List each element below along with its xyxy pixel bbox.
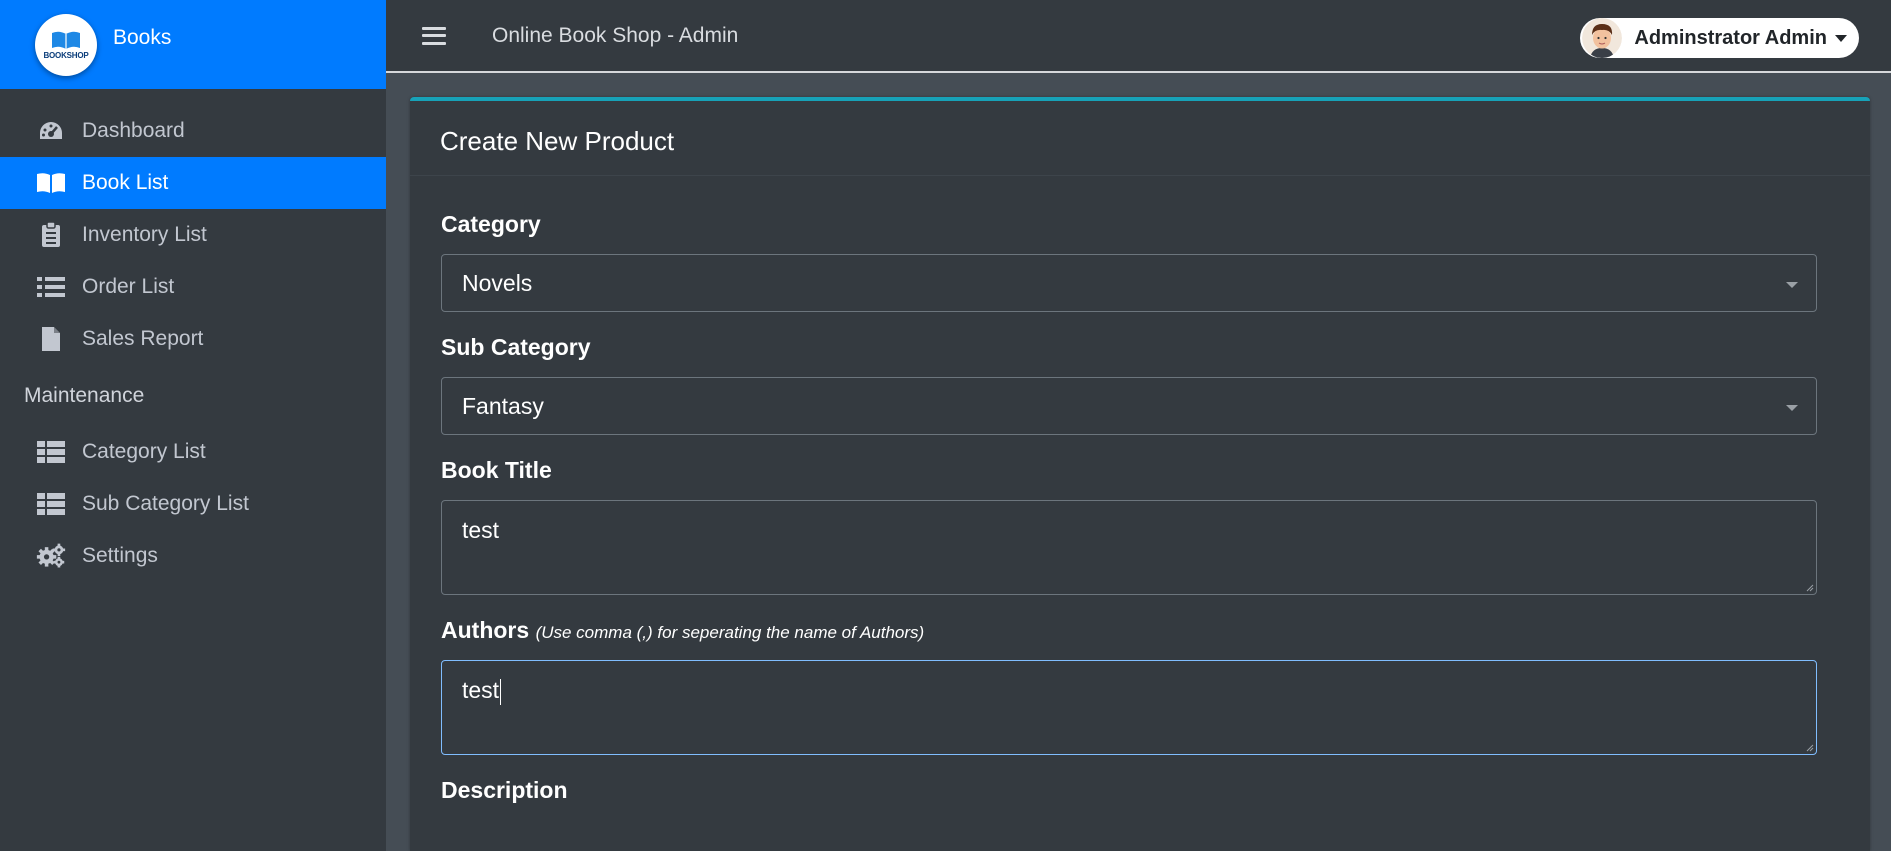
user-name: Adminstrator Admin [1634, 26, 1827, 49]
topbar: Online Book Shop - Admin Adminstrator Ad… [386, 0, 1891, 73]
authors-textarea[interactable]: test [441, 660, 1817, 755]
sidebar-item-inventory-list[interactable]: Inventory List [0, 209, 386, 261]
sidebar-nav: Dashboard Book List Inventory List Order… [0, 89, 386, 582]
card-title: Create New Product [440, 126, 675, 156]
list-icon [36, 274, 66, 300]
table-icon [36, 439, 66, 465]
category-select[interactable]: Novels [441, 254, 1817, 312]
chevron-down-icon [1786, 282, 1798, 288]
product-form: Category Novels Sub Category Fantasy Boo… [410, 176, 1870, 804]
authors-value: test [462, 677, 500, 703]
description-label: Description [441, 777, 568, 803]
book-title-textarea[interactable]: test [441, 500, 1817, 595]
sidebar-item-label: Category List [82, 440, 206, 463]
book-open-icon [36, 170, 66, 196]
sidebar-item-label: Settings [82, 544, 158, 567]
logo-text: BOOKSHOP [43, 51, 89, 60]
book-title-label: Book Title [441, 457, 552, 483]
sidebar-item-sub-category-list[interactable]: Sub Category List [0, 478, 386, 530]
book-logo-icon [52, 31, 80, 49]
sub-category-group: Sub Category Fantasy [441, 334, 1817, 435]
sidebar-item-label: Dashboard [82, 119, 185, 142]
sidebar-item-label: Sales Report [82, 327, 204, 350]
sidebar-item-label: Order List [82, 275, 175, 298]
sidebar-item-book-list[interactable]: Book List [0, 157, 386, 209]
resize-grip-icon[interactable] [1804, 582, 1814, 592]
authors-label-text: Authors [441, 617, 530, 643]
sidebar: BOOKSHOP Books Dashboard Book List Inven… [0, 0, 386, 851]
cogs-icon [36, 543, 66, 569]
avatar [1582, 18, 1623, 58]
category-select-value: Novels [462, 269, 533, 296]
page-title: Online Book Shop - Admin [492, 23, 739, 47]
sidebar-item-label: Inventory List [82, 223, 207, 246]
sub-category-select[interactable]: Fantasy [441, 377, 1817, 435]
authors-label: Authors (Use comma (,) for seperating th… [441, 617, 1817, 644]
resize-grip-icon[interactable] [1804, 742, 1814, 752]
file-icon [36, 326, 66, 352]
category-group: Category Novels [441, 211, 1817, 312]
sidebar-item-sales-report[interactable]: Sales Report [0, 313, 386, 365]
description-group: Description [441, 777, 1817, 804]
authors-group: Authors (Use comma (,) for seperating th… [441, 617, 1817, 755]
sub-category-select-value: Fantasy [462, 392, 544, 419]
sidebar-item-label: Book List [82, 171, 169, 194]
sidebar-section-header: Maintenance [24, 384, 145, 407]
create-product-card: Create New Product Category Novels Sub C… [410, 97, 1870, 851]
sub-category-label: Sub Category [441, 334, 591, 360]
user-menu-button[interactable]: Adminstrator Admin [1580, 18, 1859, 58]
authors-hint: (Use comma (,) for seperating the name o… [535, 623, 925, 642]
brand-name: Books [113, 26, 172, 49]
sidebar-item-order-list[interactable]: Order List [0, 261, 386, 313]
table-icon [36, 491, 66, 517]
text-cursor [500, 678, 502, 705]
chevron-down-icon [1786, 405, 1798, 411]
caret-down-icon [1835, 34, 1847, 42]
sidebar-item-dashboard[interactable]: Dashboard [0, 105, 386, 157]
book-title-group: Book Title test [441, 457, 1817, 595]
sidebar-item-label: Sub Category List [82, 492, 249, 515]
book-title-value: test [462, 517, 500, 543]
sidebar-item-category-list[interactable]: Category List [0, 426, 386, 478]
card-header: Create New Product [410, 101, 1870, 176]
menu-toggle-icon[interactable] [422, 26, 446, 45]
clipboard-icon [36, 222, 66, 248]
brand-link[interactable]: BOOKSHOP Books [0, 0, 386, 89]
dashboard-gauge-icon [36, 118, 66, 144]
sidebar-item-settings[interactable]: Settings [0, 530, 386, 582]
category-label: Category [441, 211, 541, 237]
brand-logo: BOOKSHOP [35, 14, 97, 76]
